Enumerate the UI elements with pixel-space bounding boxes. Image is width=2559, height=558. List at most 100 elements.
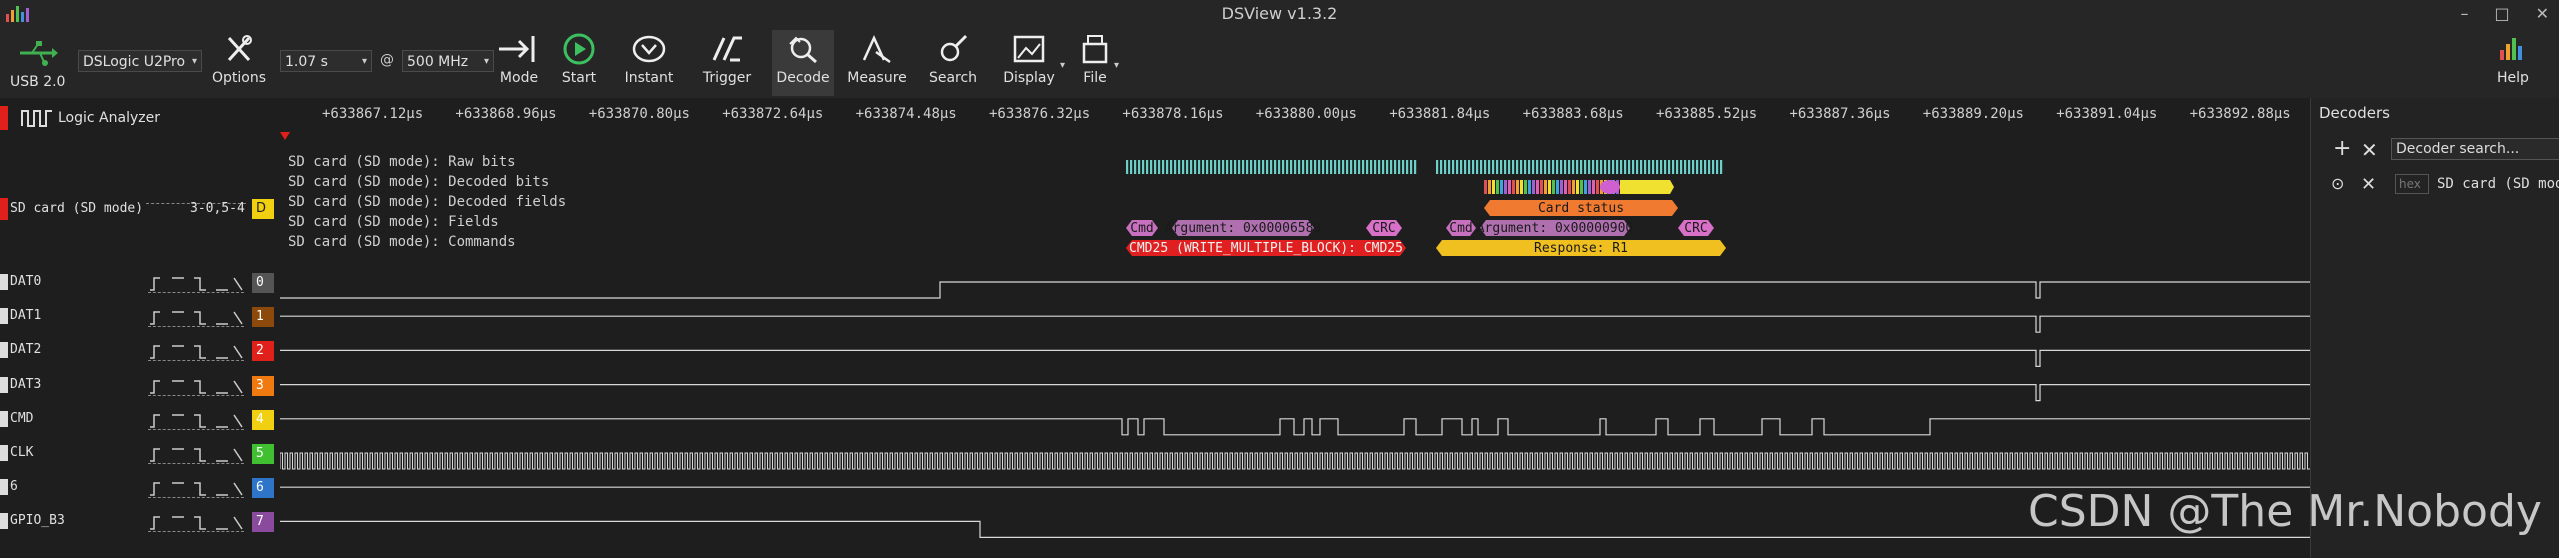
trigger-selector[interactable] bbox=[148, 342, 244, 362]
trigger-selector[interactable] bbox=[148, 377, 244, 396]
usb-icon[interactable] bbox=[18, 38, 58, 68]
signal-row[interactable]: DAT0 0 bbox=[0, 272, 280, 294]
raw-bit-mark bbox=[1126, 160, 1129, 174]
raw-bit-mark bbox=[1298, 160, 1301, 174]
signal-name: DAT3 bbox=[10, 376, 42, 392]
decoded-bit-mark bbox=[1596, 180, 1599, 194]
decoded-bit-mark bbox=[1592, 180, 1595, 194]
signal-row[interactable]: 66 bbox=[0, 477, 280, 499]
ruler-tick-label: +633876.32μs bbox=[989, 106, 1091, 122]
mode-button[interactable]: Mode bbox=[488, 32, 550, 96]
decoder-group-row[interactable]: SD card (SD mode) 3-0,5-4 D bbox=[0, 198, 280, 222]
raw-bit-mark bbox=[1612, 160, 1615, 174]
raw-bit-mark bbox=[1580, 160, 1583, 174]
response-annotation-label: Response: R1 bbox=[1534, 241, 1628, 256]
signal-row[interactable]: DAT1 1 bbox=[0, 306, 280, 328]
channel-badge[interactable]: 5 bbox=[252, 444, 274, 464]
signal-name: 6 bbox=[10, 479, 18, 495]
signal-row[interactable]: CMD 4 bbox=[0, 409, 280, 431]
play-icon bbox=[563, 33, 595, 65]
channel-badge[interactable]: 0 bbox=[252, 273, 274, 293]
raw-bit-mark bbox=[1692, 160, 1695, 174]
decoder-settings-icon[interactable]: ⊙ bbox=[2331, 174, 2344, 193]
channel-badge[interactable]: 6 bbox=[252, 478, 274, 499]
trigger-selector[interactable] bbox=[148, 411, 244, 430]
file-icon bbox=[1082, 35, 1108, 64]
trigger-selector[interactable] bbox=[148, 274, 244, 293]
waveform-area[interactable]: Card status Cmd Argument: 0x00006580 CRC Cmd… bbox=[280, 132, 2310, 558]
duration-select[interactable]: 1.07 s ▾ bbox=[280, 50, 372, 72]
instant-button[interactable]: Instant bbox=[618, 32, 680, 96]
raw-bit-mark bbox=[1468, 160, 1471, 174]
raw-bit-mark bbox=[1314, 160, 1317, 174]
options-button[interactable]: Options bbox=[208, 32, 270, 96]
trigger-selector[interactable] bbox=[148, 445, 244, 464]
channel-badge[interactable]: 7 bbox=[252, 512, 274, 533]
minimize-button[interactable]: – bbox=[2460, 4, 2468, 23]
remove-decoders-icon[interactable]: ✕ bbox=[2361, 138, 2378, 162]
decoder-badge[interactable]: D bbox=[252, 199, 274, 219]
raw-bit-mark bbox=[1234, 160, 1237, 174]
signal-trace bbox=[280, 281, 2310, 299]
decoded-bit-mark bbox=[1548, 180, 1551, 194]
channel-badge[interactable]: 4 bbox=[252, 409, 274, 430]
raw-bit-mark bbox=[1436, 160, 1439, 174]
decoder-search-input[interactable]: Decoder search... bbox=[2391, 138, 2559, 160]
raw-bit-mark bbox=[1624, 160, 1627, 174]
close-button[interactable]: ✕ bbox=[2536, 4, 2549, 23]
raw-bit-mark bbox=[1592, 160, 1595, 174]
decoder-format-select[interactable]: hex bbox=[2395, 174, 2429, 194]
trigger-selector[interactable] bbox=[148, 308, 244, 328]
signal-row[interactable]: DAT3 3 bbox=[0, 375, 280, 397]
search-icon bbox=[940, 34, 968, 62]
raw-bit-mark bbox=[1488, 160, 1491, 174]
raw-bit-mark bbox=[1708, 160, 1711, 174]
device-select[interactable]: DSLogic U2Pro ▾ bbox=[78, 50, 202, 72]
add-decoder-icon[interactable]: + bbox=[2333, 136, 2351, 161]
raw-bit-mark bbox=[1452, 160, 1455, 174]
sample-rate-select[interactable]: 500 MHz ▾ bbox=[402, 50, 494, 72]
signal-row[interactable]: CLK 5 bbox=[0, 443, 280, 465]
decode-button[interactable]: Decode bbox=[772, 30, 834, 96]
ruler-tick-label: +633872.64μs bbox=[722, 106, 824, 122]
raw-bit-mark bbox=[1556, 160, 1559, 174]
channel-badge[interactable]: 1 bbox=[252, 307, 274, 328]
raw-bit-mark bbox=[1162, 160, 1165, 174]
raw-bit-mark bbox=[1198, 160, 1201, 174]
raw-bit-mark bbox=[1346, 160, 1349, 174]
raw-bit-mark bbox=[1656, 160, 1659, 174]
decoder-name: SD card (SD mode) bbox=[2437, 176, 2559, 192]
decoded-bit-mark bbox=[1496, 180, 1499, 194]
channel-badge[interactable]: 2 bbox=[252, 341, 274, 362]
raw-bit-mark bbox=[1290, 160, 1293, 174]
raw-bit-mark bbox=[1640, 160, 1643, 174]
raw-bit-mark bbox=[1536, 160, 1539, 174]
raw-bit-mark bbox=[1358, 160, 1361, 174]
raw-bit-mark bbox=[1410, 160, 1413, 174]
raw-bit-mark bbox=[1572, 160, 1575, 174]
remove-decoder-icon[interactable]: ✕ bbox=[2361, 174, 2376, 195]
raw-bit-mark bbox=[1218, 160, 1221, 174]
maximize-button[interactable]: □ bbox=[2494, 4, 2509, 23]
raw-bit-mark bbox=[1696, 160, 1699, 174]
file-dropdown-icon[interactable]: ▾ bbox=[1114, 60, 1119, 71]
trigger-selector[interactable] bbox=[148, 513, 244, 533]
display-button[interactable]: Display bbox=[998, 32, 1060, 96]
search-button[interactable]: Search bbox=[922, 32, 984, 96]
raw-bit-mark bbox=[1414, 160, 1417, 174]
channel-badge[interactable]: 3 bbox=[252, 375, 274, 396]
trigger-selector[interactable] bbox=[148, 479, 244, 499]
signal-row[interactable]: DAT2 2 bbox=[0, 340, 280, 362]
time-ruler[interactable]: +633867.12μs +633868.96μs +633870.80μs +633… bbox=[280, 98, 2310, 132]
decoded-bit-mark bbox=[1520, 180, 1523, 194]
raw-bit-mark bbox=[1254, 160, 1257, 174]
raw-bit-mark bbox=[1604, 160, 1607, 174]
trigger-marker-icon bbox=[280, 132, 290, 140]
help-button[interactable]: Help bbox=[2482, 32, 2544, 96]
measure-button[interactable]: Measure bbox=[846, 32, 908, 96]
logic-analyzer-row: Logic Analyzer bbox=[0, 104, 280, 130]
start-button[interactable]: Start bbox=[548, 32, 610, 96]
signal-row[interactable]: GPIO_B3 7 bbox=[0, 511, 280, 533]
measure-icon bbox=[862, 34, 891, 64]
trigger-button[interactable]: Trigger bbox=[696, 32, 758, 96]
